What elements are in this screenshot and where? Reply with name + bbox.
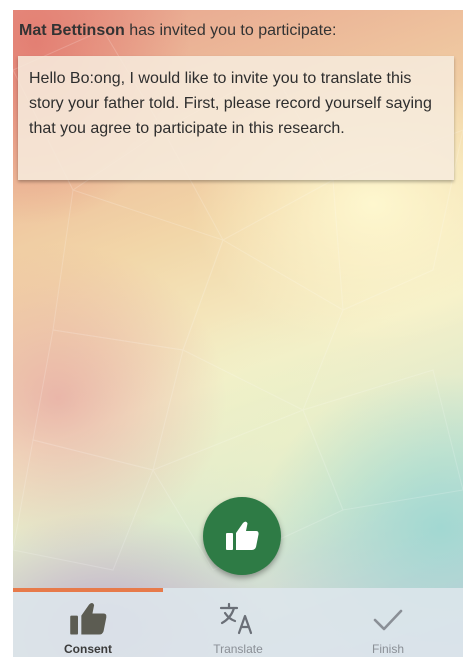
consent-action-button[interactable] bbox=[203, 497, 281, 575]
nav-active-indicator bbox=[13, 588, 163, 592]
invitation-message-card: Hello Bo:ong, I would like to invite you… bbox=[18, 56, 454, 180]
nav-item-translate[interactable]: Translate bbox=[163, 588, 313, 657]
invitation-text: has invited you to participate: bbox=[129, 22, 337, 39]
check-icon bbox=[373, 609, 403, 631]
nav-label-finish: Finish bbox=[371, 642, 404, 656]
translate-icon bbox=[219, 602, 253, 635]
bottom-navigation: Consent Translate Finish bbox=[13, 588, 463, 657]
sender-name: Mat Bettinson bbox=[19, 22, 125, 39]
nav-item-finish[interactable]: Finish bbox=[313, 588, 463, 657]
invitation-message: Hello Bo:ong, I would like to invite you… bbox=[29, 70, 432, 137]
invitation-header: Mat Bettinson has invited you to partici… bbox=[19, 22, 336, 40]
nav-label-consent: Consent bbox=[64, 642, 112, 656]
thumbs-up-icon bbox=[226, 521, 259, 550]
nav-label-translate: Translate bbox=[213, 642, 263, 656]
nav-item-consent[interactable]: Consent bbox=[13, 588, 163, 657]
thumbs-up-icon bbox=[70, 603, 107, 635]
app-screen: Mat Bettinson has invited you to partici… bbox=[13, 10, 463, 657]
